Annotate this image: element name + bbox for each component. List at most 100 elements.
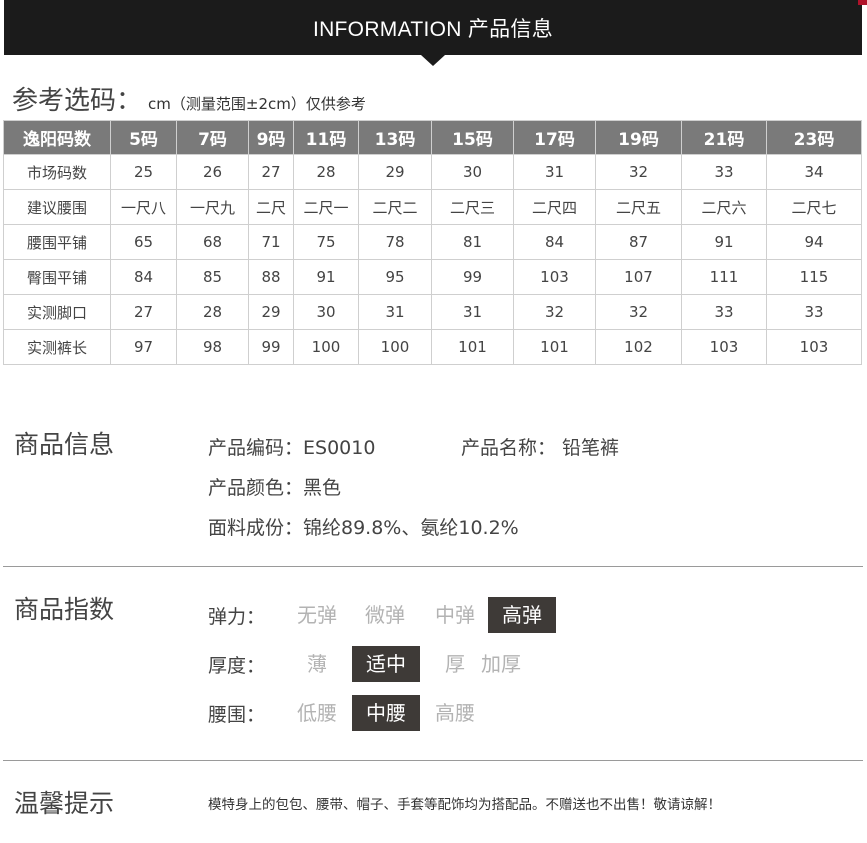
elasticity-option-high: 高弹: [488, 597, 556, 633]
table-row: 实测脚口 27 28 29 30 31 31 32 32 33 33: [3, 294, 862, 330]
table-cell: 102: [595, 329, 682, 365]
header-cell: 15码: [431, 120, 514, 155]
product-info-title: 商品信息: [14, 430, 115, 459]
table-cell: 98: [176, 329, 249, 365]
table-cell: 30: [431, 154, 514, 190]
table-row: 实测裤长 97 98 99 100 100 101 101 102 103 10…: [3, 329, 862, 365]
table-cell: 二尺四: [513, 189, 596, 225]
table-cell: 32: [513, 294, 596, 330]
elasticity-label: 弹力：: [208, 605, 266, 628]
table-cell: 81: [431, 224, 514, 260]
row-label: 建议腰围: [3, 189, 111, 225]
table-cell: 一尺八: [110, 189, 177, 225]
table-cell: 二尺: [248, 189, 294, 225]
table-cell: 二尺二: [358, 189, 432, 225]
table-cell: 99: [248, 329, 294, 365]
product-name: 产品名称： 铅笔裤: [461, 437, 620, 459]
section-divider: [3, 760, 863, 761]
elasticity-option-slight: 微弹: [365, 603, 405, 627]
corner-mark: [858, 0, 867, 5]
header-cell: 9码: [248, 120, 294, 155]
table-cell: 二尺一: [293, 189, 359, 225]
info-banner: INFORMATION 产品信息: [4, 0, 862, 55]
table-cell: 28: [293, 154, 359, 190]
waist-option-mid: 中腰: [352, 695, 420, 731]
waist-option-low: 低腰: [297, 701, 337, 725]
waist-row: 腰围： 低腰 中腰 高腰: [208, 695, 478, 731]
table-cell: 31: [358, 294, 432, 330]
row-label: 实测脚口: [3, 294, 111, 330]
product-color: 产品颜色：黑色: [208, 477, 342, 499]
row-label: 市场码数: [3, 154, 111, 190]
table-cell: 二尺六: [681, 189, 767, 225]
header-cell: 19码: [595, 120, 682, 155]
thickness-option-extra-thick: 加厚: [481, 652, 521, 676]
table-row: 腰围平铺 65 68 71 75 78 81 84 87 91 94: [3, 224, 862, 260]
table-cell: 一尺九: [176, 189, 249, 225]
section-divider: [3, 566, 863, 567]
row-label: 腰围平铺: [3, 224, 111, 260]
table-cell: 68: [176, 224, 249, 260]
table-cell: 101: [431, 329, 514, 365]
size-guide-heading: 参考选码： cm（测量范围±2cm）仅供参考: [12, 80, 366, 117]
table-cell: 111: [681, 259, 767, 295]
header-cell: 11码: [293, 120, 359, 155]
table-cell: 二尺三: [431, 189, 514, 225]
table-cell: 103: [766, 329, 862, 365]
size-guide-note: cm（测量范围±2cm）仅供参考: [148, 95, 366, 113]
table-cell: 84: [513, 224, 596, 260]
table-cell: 88: [248, 259, 294, 295]
table-cell: 115: [766, 259, 862, 295]
table-cell: 100: [293, 329, 359, 365]
banner-title: INFORMATION 产品信息: [312, 17, 554, 41]
elasticity-row: 弹力： 无弹 微弹 中弹 高弹: [208, 597, 556, 633]
table-cell: 91: [293, 259, 359, 295]
table-cell: 32: [595, 154, 682, 190]
waist-label: 腰围：: [208, 703, 266, 726]
thickness-label: 厚度：: [208, 654, 266, 677]
table-cell: 34: [766, 154, 862, 190]
product-code: 产品编码：ES0010: [208, 437, 376, 459]
table-cell: 二尺五: [595, 189, 682, 225]
elasticity-option-none: 无弹: [297, 603, 337, 627]
table-cell: 95: [358, 259, 432, 295]
header-cell: 5码: [110, 120, 177, 155]
header-cell: 21码: [681, 120, 767, 155]
product-fabric: 面料成份：锦纶89.8%、氨纶10.2%: [208, 517, 519, 539]
table-cell: 二尺七: [766, 189, 862, 225]
row-label: 臀围平铺: [3, 259, 111, 295]
table-cell: 33: [681, 294, 767, 330]
table-cell: 27: [110, 294, 177, 330]
table-cell: 31: [513, 154, 596, 190]
table-cell: 71: [248, 224, 294, 260]
table-cell: 85: [176, 259, 249, 295]
table-cell: 33: [766, 294, 862, 330]
table-cell: 33: [681, 154, 767, 190]
table-cell: 29: [358, 154, 432, 190]
size-guide-title: 参考选码：: [12, 86, 143, 116]
table-cell: 78: [358, 224, 432, 260]
table-cell: 31: [431, 294, 514, 330]
table-cell: 107: [595, 259, 682, 295]
waist-option-high: 高腰: [435, 701, 475, 725]
table-cell: 91: [681, 224, 767, 260]
table-cell: 103: [513, 259, 596, 295]
table-cell: 75: [293, 224, 359, 260]
size-table-header: 逸阳码数 5码 7码 9码 11码 13码 15码 17码 19码 21码 23…: [3, 120, 862, 155]
table-cell: 87: [595, 224, 682, 260]
row-label: 实测裤长: [3, 329, 111, 365]
tips-title: 温馨提示: [14, 789, 115, 818]
table-cell: 101: [513, 329, 596, 365]
header-cell: 7码: [176, 120, 249, 155]
elasticity-option-medium: 中弹: [435, 603, 475, 627]
table-cell: 94: [766, 224, 862, 260]
table-cell: 26: [176, 154, 249, 190]
product-index-title: 商品指数: [14, 595, 115, 624]
table-cell: 25: [110, 154, 177, 190]
header-cell: 13码: [358, 120, 432, 155]
table-cell: 28: [176, 294, 249, 330]
table-cell: 103: [681, 329, 767, 365]
banner-notch: [421, 55, 445, 66]
thickness-option-thin: 薄: [307, 652, 327, 676]
header-cell: 17码: [513, 120, 596, 155]
